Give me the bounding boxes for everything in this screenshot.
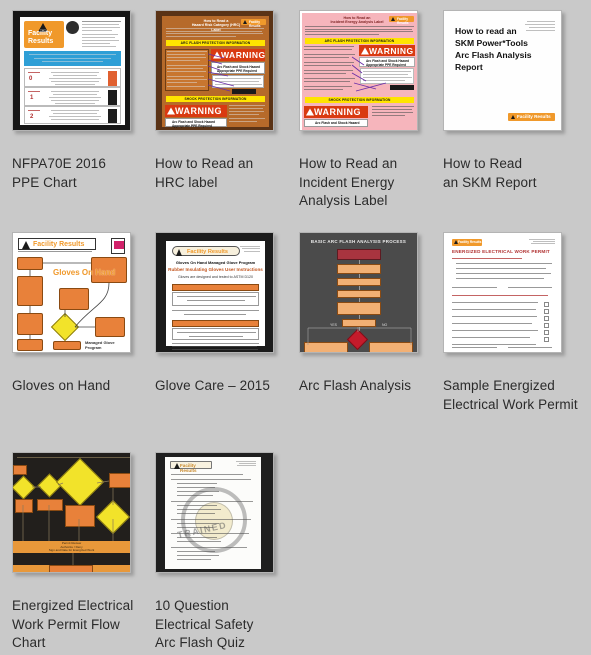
thumbnail-how-to-read-an-incident-energy-analysis-label[interactable]: How to Read an Incident Energy Analysis L… xyxy=(299,10,421,134)
form-checkbox[interactable] xyxy=(544,323,549,328)
thumbnail-image[interactable]: Facility Results Gloves On Hand Managed … xyxy=(155,232,274,353)
item-caption: How to Read an Incident Energy Analysis … xyxy=(299,156,398,208)
thumbnail-nfpa70e-2016-ppe-chart[interactable]: Facility Results 0 1 2 xyxy=(12,10,134,134)
facility-results-badge: Facility Results xyxy=(389,16,414,25)
thumbnail-gallery: Facility Results 0 1 2 NFPA70E 2016 PPE … xyxy=(0,0,591,655)
form-checkbox[interactable] xyxy=(544,309,549,314)
facility-results-logo: Facility Results xyxy=(24,21,64,48)
thumbnail-image[interactable]: Facility Results ENERGIZED ELECTRICAL WO… xyxy=(443,232,562,353)
thumbnail-glove-care-2015[interactable]: Facility Results Gloves On Hand Managed … xyxy=(155,232,277,356)
thumbnail-energized-electrical-work-permit-flow-chart[interactable]: Permit Review Authorize / Deny Sign and Da… xyxy=(12,452,134,576)
item-caption: NFPA70E 2016 PPE Chart xyxy=(12,156,107,190)
gallery-item[interactable]: How to Read an Incident Energy Analysis L… xyxy=(299,10,442,211)
facility-results-badge: Facility Results xyxy=(508,113,555,121)
thumbnail-how-to-read-an-hrc-label[interactable]: How to Read a Hazard Risk Category (HRC) … xyxy=(155,10,277,134)
form-checkbox[interactable] xyxy=(544,330,549,335)
thumbnail-sample-energized-electrical-work-permit[interactable]: Facility Results ENERGIZED ELECTRICAL WO… xyxy=(443,232,565,356)
thumbnail-image[interactable]: How to read an SKM Power*Tools Arc Flash… xyxy=(443,10,562,131)
form-checkbox[interactable] xyxy=(544,302,549,307)
form-title: ENERGIZED ELECTRICAL WORK PERMIT xyxy=(452,249,550,254)
gallery-item[interactable]: Facility Results Gloves On Hand Managed … xyxy=(155,232,298,396)
thumbnail-image[interactable]: Facility Results Gloves On Hand Managed … xyxy=(12,232,131,353)
item-caption: Glove Care – 2015 xyxy=(155,378,271,393)
item-caption: How to Read an HRC label xyxy=(155,156,254,190)
gallery-item[interactable]: Facility Results ENERGIZED ELECTRICAL WO… xyxy=(443,232,586,414)
trained-stamp xyxy=(181,487,247,553)
seal-icon xyxy=(66,21,79,34)
thumbnail-10-question-electrical-safety-arc-flash-quiz[interactable]: Facility Results TRAINED xyxy=(155,452,277,576)
thumbnail-image[interactable]: Facility Results TRAINED xyxy=(155,452,274,573)
flow-connectors: YES NO xyxy=(307,323,412,345)
flow-connectors xyxy=(22,480,114,565)
document-title: How to read an SKM Power*Tools Arc Flash… xyxy=(455,26,532,72)
svg-text:YES: YES xyxy=(330,323,338,327)
gallery-item[interactable]: Facility Results Gloves On Hand Managed … xyxy=(12,232,155,396)
gallery-item[interactable]: Permit Review Authorize / Deny Sign and Da… xyxy=(12,452,155,653)
thumbnail-how-to-read-an-skm-report[interactable]: How to read an SKM Power*Tools Arc Flash… xyxy=(443,10,565,134)
thumbnail-image[interactable]: BASIC ARC FLASH ANALYSIS PROCESS YES NO xyxy=(299,232,418,353)
thumbnail-gloves-on-hand[interactable]: Facility Results Gloves On Hand Managed … xyxy=(12,232,134,356)
thumbnail-image[interactable]: Permit Review Authorize / Deny Sign and Da… xyxy=(12,452,131,573)
facility-results-badge: Facility Results xyxy=(452,239,482,246)
gallery-item[interactable]: BASIC ARC FLASH ANALYSIS PROCESS YES NO xyxy=(299,232,442,396)
sheet-subtitle: Rubber Insulating Gloves User Instructio… xyxy=(168,267,263,272)
item-caption: 10 Question Electrical Safety Arc Flash … xyxy=(155,598,254,650)
callout-arrows xyxy=(351,56,387,92)
facility-results-banner: Facility Results xyxy=(170,461,212,473)
thumbnail-image[interactable]: Facility Results 0 1 2 xyxy=(12,10,131,131)
sheet-note: Gloves are designed and tested to ASTM D… xyxy=(177,275,254,279)
form-checkbox[interactable] xyxy=(544,337,549,342)
item-caption: Energized Electrical Work Permit Flow Ch… xyxy=(12,598,134,650)
item-caption: Gloves on Hand xyxy=(12,378,111,393)
form-checkbox[interactable] xyxy=(544,316,549,321)
facility-results-banner: Facility Results xyxy=(172,246,240,256)
item-caption: How to Read an SKM Report xyxy=(443,156,537,190)
gallery-item[interactable]: Facility Results 0 1 2 NFPA70E 2016 PPE … xyxy=(12,10,155,192)
flow-connectors xyxy=(29,262,110,339)
item-caption: Arc Flash Analysis xyxy=(299,378,412,393)
thumbnail-image[interactable]: How to Read an Incident Energy Analysis L… xyxy=(299,10,418,131)
thumbnail-image[interactable]: How to Read a Hazard Risk Category (HRC) … xyxy=(155,10,274,131)
gallery-item[interactable]: How to Read a Hazard Risk Category (HRC) … xyxy=(155,10,298,192)
callout-arrows xyxy=(207,53,235,92)
sheet-title: Gloves On Hand Managed Glove Program xyxy=(175,260,256,265)
gallery-item[interactable]: How to read an SKM Power*Tools Arc Flash… xyxy=(443,10,586,192)
thumbnail-arc-flash-analysis[interactable]: BASIC ARC FLASH ANALYSIS PROCESS YES NO xyxy=(299,232,421,356)
chart-header-band xyxy=(24,51,121,66)
svg-text:NO: NO xyxy=(382,323,388,327)
gallery-item[interactable]: Facility Results TRAINED 10 Question Ele… xyxy=(155,452,298,653)
facility-results-badge: Facility Results xyxy=(241,19,266,28)
item-caption: Sample Energized Electrical Work Permit xyxy=(443,378,578,412)
